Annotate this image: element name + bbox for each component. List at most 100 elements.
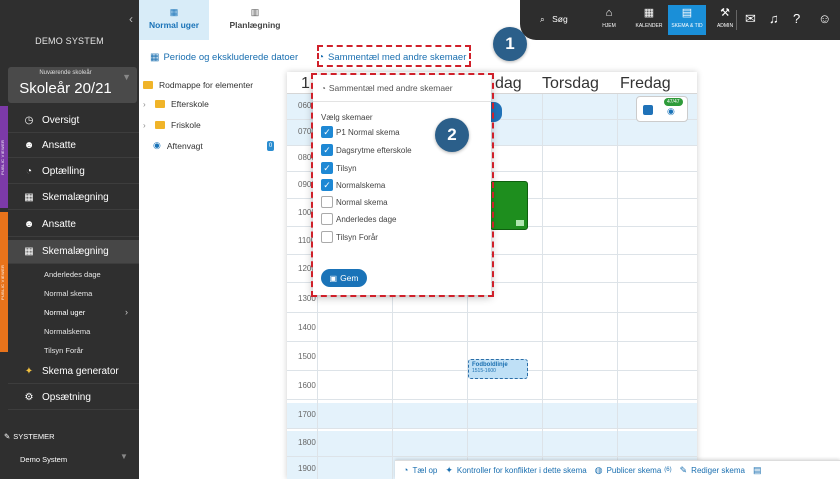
tab-label: Normal uger xyxy=(148,20,200,30)
conflict-label: Kontroller for konflikter i dette skema xyxy=(456,465,587,475)
sidebar-sub-normal-skema[interactable]: Normal skema xyxy=(44,289,92,298)
clock-icon: ◔ xyxy=(25,166,33,177)
sidebar-item-label: Optælling xyxy=(42,166,85,177)
school-year-value: Skoleår 20/21 xyxy=(19,80,112,97)
search-icon: ⌕ xyxy=(540,14,545,24)
home-icon: ⌂ xyxy=(605,7,613,19)
sidebar-item-skemalaegning[interactable]: ▦ Skemalægning xyxy=(8,186,139,210)
sidebar-item-oversigt[interactable]: ◷ Oversigt xyxy=(8,109,139,133)
employees-icon: ☻ xyxy=(23,219,35,230)
search-button[interactable]: ⌕ Søg xyxy=(540,14,568,25)
employees-icon: ☻ xyxy=(23,140,35,151)
highlight-box-2 xyxy=(311,73,494,297)
square-icon xyxy=(643,105,653,115)
tab-normal-uger[interactable]: ▦ Normal uger xyxy=(139,0,209,40)
tab-planlaegning[interactable]: ▥ Planlægning xyxy=(227,0,283,40)
publish-button[interactable]: ◍ Publicer skema (6) xyxy=(595,465,672,476)
conflict-check-button[interactable]: ✦ Kontroller for konflikter i dette skem… xyxy=(445,465,586,476)
sidebar-item-label: Ansatte xyxy=(42,140,76,151)
hour-label: 1900 xyxy=(298,464,316,473)
bell-icon[interactable]: ♫ xyxy=(769,11,779,26)
sidebar-sub-normal-uger[interactable]: Normal uger xyxy=(44,308,85,317)
calendar-icon: ▦ xyxy=(169,7,179,17)
system-selector[interactable]: Demo System xyxy=(20,455,67,464)
nav-hjem[interactable]: ⌂ HJEM xyxy=(590,5,628,35)
systemer-label: SYSTEMER xyxy=(13,432,55,441)
sidebar-sub-normalskema[interactable]: Normalskema xyxy=(44,327,90,336)
nav-admin[interactable]: ⚒ ADMIN xyxy=(706,5,744,35)
chevron-right-icon: › xyxy=(143,99,146,109)
tree-root[interactable]: Rodmappe for elementer xyxy=(143,80,253,90)
sidebar-item-optaelling[interactable]: ◔ Optælling xyxy=(8,160,139,184)
search-label: Søg xyxy=(552,14,568,24)
user-icon[interactable]: ☺ xyxy=(818,11,831,26)
school-year-label: Nuværende skoleår xyxy=(39,70,92,76)
calendar-event-fodboldlinje[interactable]: Fodboldlinje 1515-1600 xyxy=(468,359,528,379)
collapse-sidebar-icon[interactable]: ‹ xyxy=(129,12,133,26)
pencil-icon: ✎ xyxy=(679,464,688,475)
systemer-header: ✎ SYSTEMER xyxy=(4,432,55,441)
visibility-widget[interactable]: 47/47 ◉ xyxy=(636,96,688,122)
eye-icon: ◉ xyxy=(667,106,675,116)
publish-count: (6) xyxy=(664,467,672,473)
sidebar-item-label: Skemalægning xyxy=(42,192,109,203)
gear-icon: ⚙ xyxy=(24,392,34,403)
count-badge: 47/47 xyxy=(664,98,683,106)
nav-divider xyxy=(736,10,737,30)
print-icon: ▤ xyxy=(752,464,762,475)
tab-label: Planlægning xyxy=(229,20,281,30)
hour-row[interactable]: 1400 xyxy=(287,316,697,342)
hour-label: 1400 xyxy=(298,323,316,332)
tree-label: Friskole xyxy=(171,120,201,130)
sidebar-item-ansatte[interactable]: ☻ Ansatte xyxy=(8,134,139,158)
sidebar-item-label: Skema generator xyxy=(42,366,119,377)
help-icon[interactable]: ? xyxy=(793,11,800,26)
nav-kalender[interactable]: ▦ KALENDER xyxy=(630,5,668,35)
day-header: dag xyxy=(495,75,522,92)
hour-label: 1800 xyxy=(298,438,316,447)
tree-friskole[interactable]: › Friskole xyxy=(143,120,201,130)
print-button[interactable]: ▤ xyxy=(753,465,766,476)
mail-icon[interactable]: ✉ xyxy=(745,11,756,27)
sidebar-sub-tilsyn-foraar[interactable]: Tilsyn Forår xyxy=(44,346,83,355)
day-header: Torsdag xyxy=(542,75,599,92)
hour-row[interactable]: 1800 xyxy=(287,431,697,457)
tree-efterskole[interactable]: › Efterskole xyxy=(143,99,209,109)
sidebar-item-skemalaegning-2[interactable]: ▦ Skemalægning xyxy=(8,240,139,264)
tree-label: Aftenvagt xyxy=(166,140,203,151)
tools-icon: ✎ xyxy=(4,432,11,441)
tree-aftenvagt[interactable]: ◉ Aftenvagt xyxy=(153,140,203,151)
callout-1: 1 xyxy=(493,27,527,61)
hour-label: 1600 xyxy=(298,381,316,390)
calendar-event-green[interactable] xyxy=(490,181,528,230)
nav-skema-tid[interactable]: ▤ SKEMA & TID xyxy=(668,5,706,35)
chevron-right-icon: › xyxy=(125,307,128,317)
edit-schedule-button[interactable]: ✎ Rediger skema xyxy=(680,465,745,476)
column-divider xyxy=(542,94,543,479)
tree-label: Rodmappe for elementer xyxy=(159,80,254,90)
public-viewer-tag: PUBLIC VIEWER xyxy=(0,106,8,208)
sidebar-item-label: Skemalægning xyxy=(42,246,109,257)
folder-icon xyxy=(143,81,153,89)
wand-icon: ✦ xyxy=(445,464,453,475)
calendar-icon: ▦ xyxy=(150,52,160,63)
periode-link[interactable]: ▦ Periode og ekskluderede datoer xyxy=(150,52,298,63)
sidebar-item-ansatte-2[interactable]: ☻ Ansatte xyxy=(8,213,139,237)
publish-label: Publicer skema xyxy=(606,465,662,475)
sidebar-item-skema-generator[interactable]: ✦ Skema generator xyxy=(8,360,139,384)
public-viewer-tag-2: PUBLIC VIEWER xyxy=(0,212,8,352)
count-button[interactable]: ◔ Tæl op xyxy=(403,465,437,475)
globe-icon: ◍ xyxy=(594,464,603,475)
folder-icon xyxy=(155,100,165,108)
edit-label: Rediger skema xyxy=(691,465,745,475)
sidebar-item-label: Ansatte xyxy=(42,219,76,230)
event-time: 1515-1600 xyxy=(472,368,496,374)
hour-row[interactable]: 1700 xyxy=(287,403,697,429)
wrench-icon: ⚒ xyxy=(720,7,730,19)
sidebar-sub-anderledes-dage[interactable]: Anderledes dage xyxy=(44,270,101,279)
nav-label: KALENDER xyxy=(635,23,663,29)
sidebar-item-label: Opsætning xyxy=(42,392,91,403)
grid-icon: ▥ xyxy=(250,7,260,17)
school-year-selector[interactable]: Nuværende skoleår Skoleår 20/21 ▼ xyxy=(8,67,137,103)
sidebar-item-opsaetning[interactable]: ⚙ Opsætning xyxy=(8,386,139,410)
